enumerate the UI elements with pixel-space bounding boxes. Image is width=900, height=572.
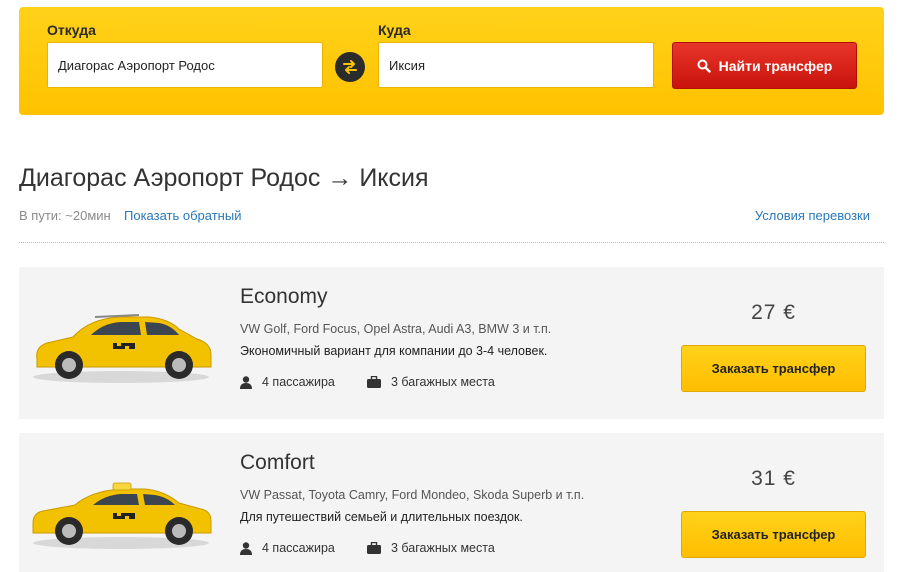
show-reverse-link[interactable]: Показать обратный xyxy=(124,208,241,223)
passengers-count: 4 пассажира xyxy=(262,375,335,389)
luggage-feature: 3 багажных места xyxy=(367,541,495,555)
route-duration: В пути: ~20мин xyxy=(19,208,111,223)
person-icon xyxy=(240,541,252,555)
passengers-feature: 4 пассажира xyxy=(240,541,335,555)
transfer-card-comfort: Comfort VW Passat, Toyota Camry, Ford Mo… xyxy=(19,433,884,572)
route-title: Диагорас Аэропорт Родос → Иксия xyxy=(19,164,429,192)
search-icon xyxy=(697,59,711,73)
from-label: Откуда xyxy=(47,22,96,38)
order-transfer-button[interactable]: Заказать трансфер xyxy=(681,511,866,558)
from-input[interactable]: Диагорас Аэропорт Родос xyxy=(47,42,323,88)
order-transfer-button[interactable]: Заказать трансфер xyxy=(681,345,866,392)
swap-icon xyxy=(343,60,357,74)
car-models: VW Passat, Toyota Camry, Ford Mondeo, Sk… xyxy=(240,488,585,502)
to-input[interactable]: Иксия xyxy=(378,42,654,88)
find-transfer-button[interactable]: Найти трансфер xyxy=(672,42,857,89)
transfer-card-economy: Economy VW Golf, Ford Focus, Opel Astra,… xyxy=(19,267,884,419)
search-panel: Откуда Диагорас Аэропорт Родос Куда Икси… xyxy=(19,7,884,115)
price: 31 € xyxy=(751,467,796,490)
person-icon xyxy=(240,375,252,389)
find-button-label: Найти трансфер xyxy=(718,57,833,74)
briefcase-icon xyxy=(367,376,381,388)
passengers-feature: 4 пассажира xyxy=(240,375,335,389)
passengers-count: 4 пассажира xyxy=(262,541,335,555)
class-description: Экономичный вариант для компании до 3-4 … xyxy=(240,344,548,358)
briefcase-icon xyxy=(367,542,381,554)
swap-button[interactable] xyxy=(335,52,365,82)
price: 27 € xyxy=(751,301,796,324)
class-name: Comfort xyxy=(240,451,315,474)
luggage-count: 3 багажных места xyxy=(391,375,495,389)
taxi-hatchback-image xyxy=(33,314,212,383)
car-models: VW Golf, Ford Focus, Opel Astra, Audi A3… xyxy=(240,322,552,336)
to-label: Куда xyxy=(378,22,411,38)
luggage-count: 3 багажных места xyxy=(391,541,495,555)
divider xyxy=(19,242,884,243)
transport-terms-link[interactable]: Условия перевозки xyxy=(755,208,870,223)
class-name: Economy xyxy=(240,285,328,308)
luggage-feature: 3 багажных места xyxy=(367,375,495,389)
class-description: Для путешествий семьей и длительных поез… xyxy=(240,510,523,524)
taxi-sedan-image xyxy=(32,482,212,549)
